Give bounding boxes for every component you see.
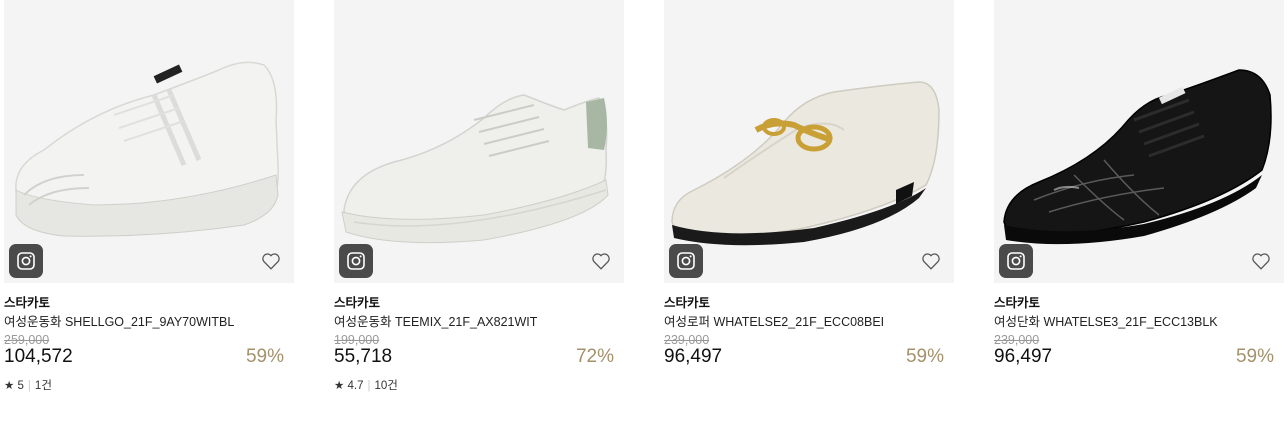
brand-name: 스타카토	[664, 296, 711, 310]
instagram-button[interactable]	[9, 244, 43, 278]
product-image[interactable]	[664, 0, 954, 283]
original-price: 259,000	[4, 333, 50, 347]
discount-rate: 59%	[905, 346, 944, 367]
review-count: 1건	[34, 380, 52, 392]
loafer-whatelse2-image	[671, 81, 940, 246]
product-card[interactable]: 스타카토 여성단화 WHATELSE3_21F_ECC13BLK 239,000…	[994, 0, 1284, 367]
product-card[interactable]: 스타카토 여성운동화 TEEMIX_21F_AX821WIT 199,000 5…	[334, 0, 624, 392]
heart-outline-icon[interactable]	[1250, 250, 1272, 272]
instagram-icon	[1007, 252, 1025, 270]
sneaker-shellgo-image	[15, 61, 279, 237]
discount-rate: 72%	[575, 346, 614, 367]
brand-name: 스타카토	[4, 296, 51, 310]
instagram-button[interactable]	[999, 244, 1033, 278]
product-name[interactable]: 여성단화 WHATELSE3_21F_ECC13BLK	[994, 311, 1218, 330]
rating-score: 4.7	[347, 380, 364, 392]
product-card[interactable]: 스타카토 여성로퍼 WHATELSE2_21F_ECC08BEI 239,000…	[664, 0, 954, 367]
original-price: 239,000	[994, 333, 1040, 347]
original-price: 239,000	[664, 333, 710, 347]
sneaker-teemix-image	[341, 94, 609, 244]
heart-outline-icon[interactable]	[260, 250, 282, 272]
product-image[interactable]	[4, 0, 294, 283]
brand-name: 스타카토	[994, 296, 1041, 310]
review-count: 10건	[374, 380, 398, 392]
discount-rate: 59%	[245, 346, 284, 367]
product-card[interactable]: 스타카토 여성운동화 SHELLGO_21F_9AY70WITBL 259,00…	[4, 0, 294, 392]
rating-row: ★ 4.7 | 10건	[334, 377, 398, 393]
product-name[interactable]: 여성로퍼 WHATELSE2_21F_ECC08BEI	[664, 311, 884, 330]
sale-price: 96,497	[994, 346, 1053, 367]
star-icon: ★	[4, 380, 15, 392]
discount-rate: 59%	[1235, 346, 1274, 367]
sale-price: 104,572	[4, 346, 73, 367]
instagram-icon	[347, 252, 365, 270]
product-name[interactable]: 여성운동화 TEEMIX_21F_AX821WIT	[334, 311, 537, 330]
heart-outline-icon[interactable]	[920, 250, 942, 272]
oxford-whatelse3-image	[1003, 69, 1272, 245]
rating-row: ★ 5 | 1건	[4, 377, 52, 393]
sale-price: 55,718	[334, 346, 393, 367]
divider: |	[27, 380, 31, 392]
instagram-button[interactable]	[339, 244, 373, 278]
brand-name: 스타카토	[334, 296, 381, 310]
product-name[interactable]: 여성운동화 SHELLGO_21F_9AY70WITBL	[4, 311, 234, 330]
divider: |	[367, 380, 371, 392]
product-image[interactable]	[994, 0, 1284, 283]
original-price: 199,000	[334, 333, 380, 347]
heart-outline-icon[interactable]	[590, 250, 612, 272]
rating-score: 5	[17, 380, 24, 392]
star-icon: ★	[334, 380, 345, 392]
instagram-icon	[677, 252, 695, 270]
sale-price: 96,497	[664, 346, 723, 367]
product-image[interactable]	[334, 0, 624, 283]
instagram-icon	[17, 252, 35, 270]
instagram-button[interactable]	[669, 244, 703, 278]
